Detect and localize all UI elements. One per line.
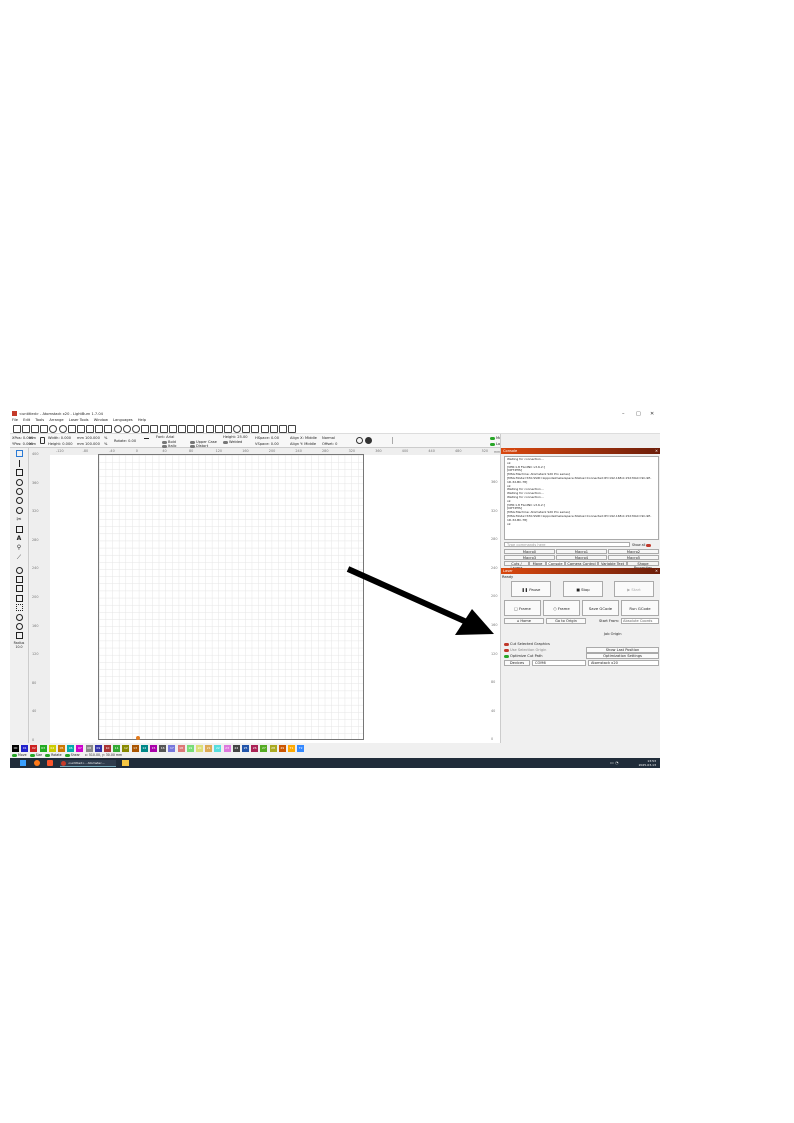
annotation-arrow (346, 566, 494, 635)
annotation-arrow-shaft (346, 566, 482, 631)
